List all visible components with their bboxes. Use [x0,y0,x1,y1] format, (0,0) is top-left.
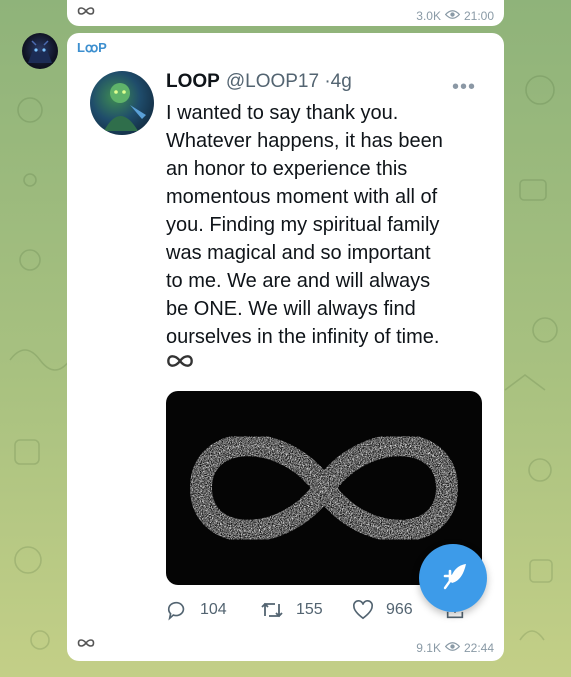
reply-icon [166,599,188,621]
tweet-text: I wanted to say thank you. Whatever happ… [166,102,443,348]
tweet-age: 4g [330,71,352,92]
message-meta: 3.0K 21:00 [416,9,494,23]
eye-icon [444,9,461,23]
infinity-icon [166,353,194,374]
channel-name[interactable]: LꝏP [77,40,107,56]
retweet-icon [260,600,284,620]
infinity-icon [77,635,95,653]
like-count: 966 [386,601,413,618]
author-handle: @LOOP17 ·4g [225,71,352,92]
tweet-author: LOOP @LOOP17 ·4g [166,71,352,93]
heart-icon [352,600,374,620]
message-meta: 9.1K 22:44 [416,641,494,655]
infinity-icon [77,3,95,21]
tweet-author-avatar [90,71,154,135]
message-time: 22:44 [463,641,494,655]
reply-action[interactable]: 104 [166,599,246,621]
channel-avatar[interactable] [22,33,58,69]
retweet-count: 155 [296,601,323,618]
previous-message-bubble[interactable]: 3.0K 21:00 [67,0,504,26]
eye-icon [444,641,461,655]
compose-button[interactable] [419,544,487,612]
message-time: 21:00 [463,9,494,23]
author-name: LOOP [166,71,220,92]
reply-count: 104 [200,601,227,618]
view-count: 3.0K [416,9,441,23]
view-count: 9.1K [416,641,441,655]
more-horizontal-icon[interactable]: ••• [452,76,476,99]
retweet-action[interactable]: 155 [260,600,352,620]
feather-pen-icon [436,559,470,598]
